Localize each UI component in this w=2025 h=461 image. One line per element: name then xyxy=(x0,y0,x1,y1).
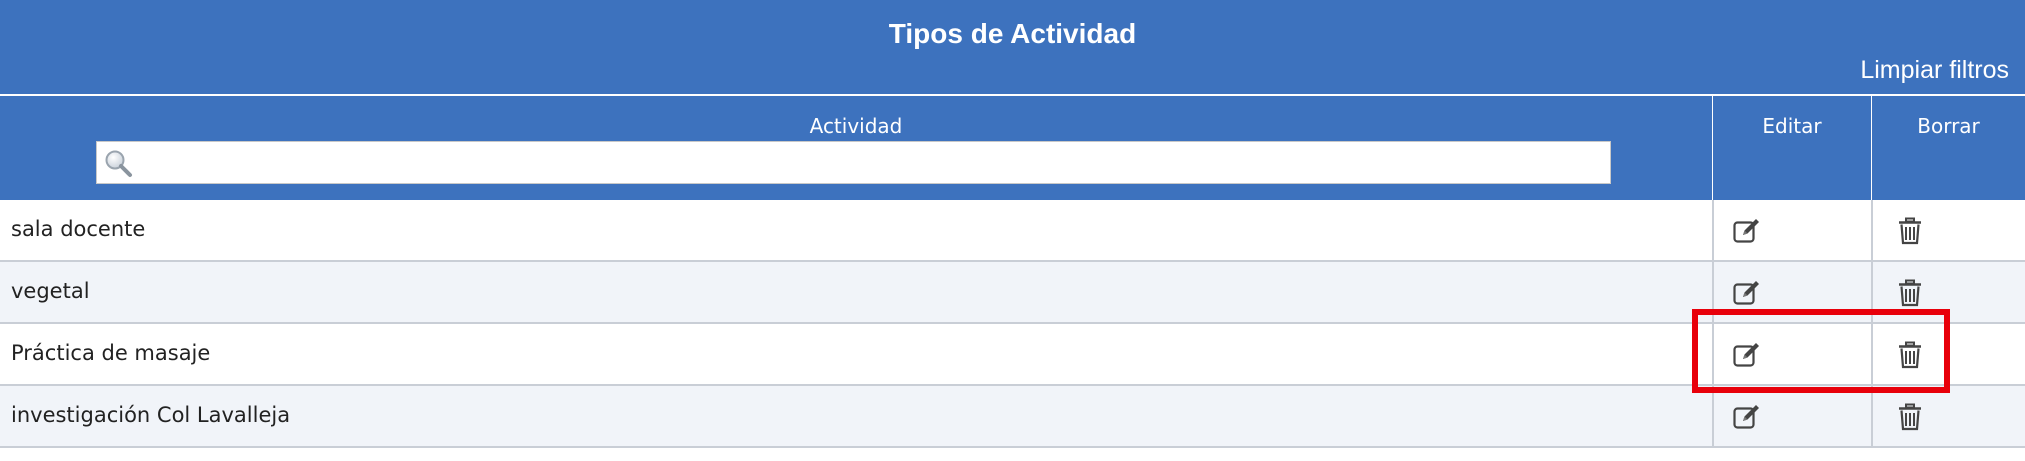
clear-filters-link[interactable]: Limpiar filtros xyxy=(1860,56,2009,85)
activity-cell: sala docente xyxy=(0,200,1712,260)
delete-cell xyxy=(1871,200,2025,260)
column-header-edit: Editar xyxy=(1712,96,1871,200)
activity-name: Práctica de masaje xyxy=(11,341,211,365)
table-row: investigación Col Lavalleja xyxy=(0,386,2025,448)
activity-search-input[interactable] xyxy=(139,142,1599,183)
column-header-activity: Actividad xyxy=(0,96,1712,200)
activity-cell: vegetal xyxy=(0,262,1712,322)
activity-name: investigación Col Lavalleja xyxy=(11,403,291,427)
delete-cell xyxy=(1871,324,2025,384)
table-row: sala docente xyxy=(0,200,2025,262)
edit-icon[interactable] xyxy=(1732,278,1762,308)
column-header-activity-label: Actividad xyxy=(809,114,903,138)
trash-icon[interactable] xyxy=(1895,278,1925,308)
activity-filter[interactable] xyxy=(96,141,1611,184)
edit-cell xyxy=(1712,324,1871,384)
column-header-delete: Borrar xyxy=(1871,96,2025,200)
column-header-delete-label: Borrar xyxy=(1917,114,1980,138)
delete-cell xyxy=(1871,262,2025,322)
grid-title-bar: Tipos de Actividad Limpiar filtros xyxy=(0,0,2025,95)
activity-cell: Práctica de masaje xyxy=(0,324,1712,384)
delete-cell xyxy=(1871,386,2025,446)
trash-icon[interactable] xyxy=(1895,340,1925,370)
trash-icon[interactable] xyxy=(1895,402,1925,432)
table-header: Actividad Editar Borrar xyxy=(0,96,2025,200)
edit-icon[interactable] xyxy=(1732,402,1762,432)
edit-cell xyxy=(1712,386,1871,446)
table-row: Práctica de masaje xyxy=(0,324,2025,386)
edit-cell xyxy=(1712,200,1871,260)
trash-icon[interactable] xyxy=(1895,216,1925,246)
activity-name: vegetal xyxy=(11,279,90,303)
search-icon xyxy=(103,148,133,178)
edit-icon[interactable] xyxy=(1732,340,1762,370)
page-title: Tipos de Actividad xyxy=(888,18,1137,49)
table-row: vegetal xyxy=(0,262,2025,324)
activity-cell: investigación Col Lavalleja xyxy=(0,386,1712,446)
edit-cell xyxy=(1712,262,1871,322)
edit-icon[interactable] xyxy=(1732,216,1762,246)
table-body: sala docente vegetal Práctica de masaje … xyxy=(0,200,2025,448)
column-header-edit-label: Editar xyxy=(1762,114,1822,138)
activity-name: sala docente xyxy=(11,217,146,241)
